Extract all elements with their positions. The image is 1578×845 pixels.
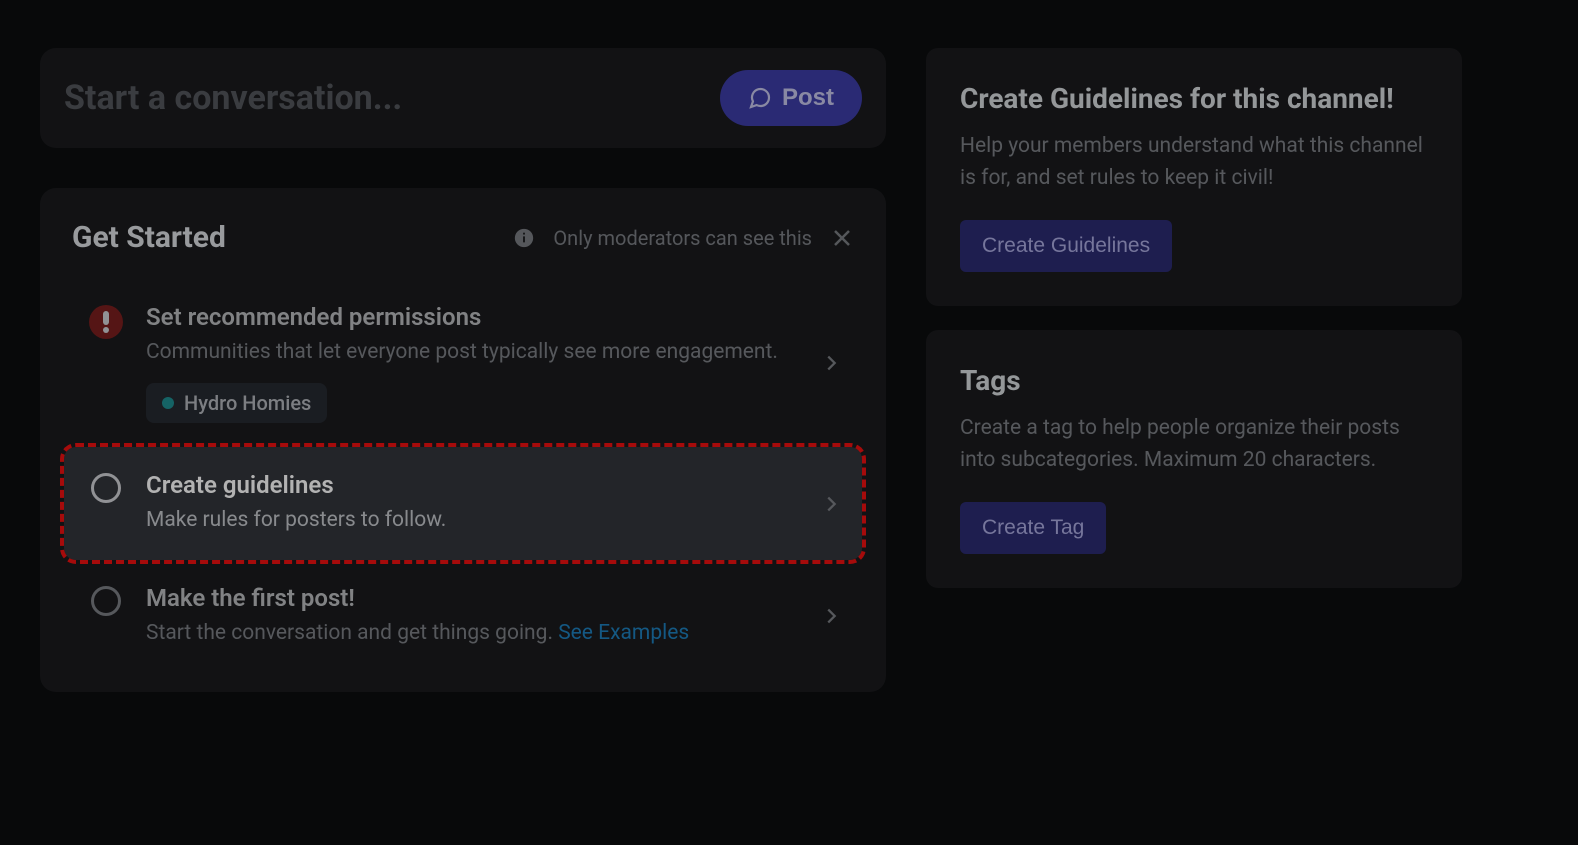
role-tag[interactable]: Hydro Homies — [146, 383, 327, 423]
role-dot-icon — [162, 397, 174, 409]
chevron-right-icon — [820, 352, 842, 374]
step-first-post[interactable]: Make the first post! Start the conversat… — [64, 560, 862, 672]
close-icon[interactable] — [830, 226, 854, 250]
chevron-right-icon — [820, 493, 842, 515]
circle-unchecked-icon — [91, 473, 121, 503]
mod-only-notice: Only moderators can see this — [553, 226, 812, 250]
role-tag-label: Hydro Homies — [184, 391, 311, 415]
guidelines-card-body: Help your members understand what this c… — [960, 131, 1428, 194]
step-set-permissions[interactable]: Set recommended permissions Communities … — [64, 279, 862, 447]
post-button[interactable]: Post — [720, 70, 862, 126]
step-guidelines-sub: Make rules for posters to follow. — [146, 505, 788, 535]
panel-header: Get Started Only moderators can see this — [48, 220, 878, 279]
post-button-label: Post — [782, 84, 834, 112]
tags-card-title: Tags — [960, 364, 1428, 397]
step-firstpost-sub: Start the conversation and get things go… — [146, 618, 788, 648]
step-firstpost-title: Make the first post! — [146, 584, 788, 612]
chevron-right-icon — [820, 605, 842, 627]
step-permissions-title: Set recommended permissions — [146, 303, 788, 331]
circle-unchecked-icon — [91, 586, 121, 616]
see-examples-link[interactable]: See Examples — [558, 621, 689, 645]
guidelines-card: Create Guidelines for this channel! Help… — [926, 48, 1462, 306]
chat-bubble-icon — [748, 86, 772, 110]
guidelines-card-title: Create Guidelines for this channel! — [960, 82, 1428, 115]
tags-card-body: Create a tag to help people organize the… — [960, 413, 1428, 476]
alert-icon — [89, 305, 123, 339]
tags-card: Tags Create a tag to help people organiz… — [926, 330, 1462, 588]
step-create-guidelines[interactable]: Create guidelines Make rules for posters… — [64, 447, 862, 559]
info-icon — [513, 227, 535, 249]
main-column: Start a conversation... Post Get Started — [40, 48, 886, 692]
create-tag-button[interactable]: Create Tag — [960, 502, 1106, 554]
step-guidelines-title: Create guidelines — [146, 471, 788, 499]
composer-bar[interactable]: Start a conversation... Post — [40, 48, 886, 148]
create-guidelines-button[interactable]: Create Guidelines — [960, 220, 1172, 272]
get-started-heading: Get Started — [72, 220, 226, 255]
composer-placeholder: Start a conversation... — [64, 78, 402, 118]
step-permissions-sub: Communities that let everyone post typic… — [146, 337, 788, 367]
panel-header-right: Only moderators can see this — [513, 226, 854, 250]
step-firstpost-sub-text: Start the conversation and get things go… — [146, 621, 558, 645]
side-column: Create Guidelines for this channel! Help… — [926, 48, 1462, 588]
get-started-panel: Get Started Only moderators can see this — [40, 188, 886, 692]
